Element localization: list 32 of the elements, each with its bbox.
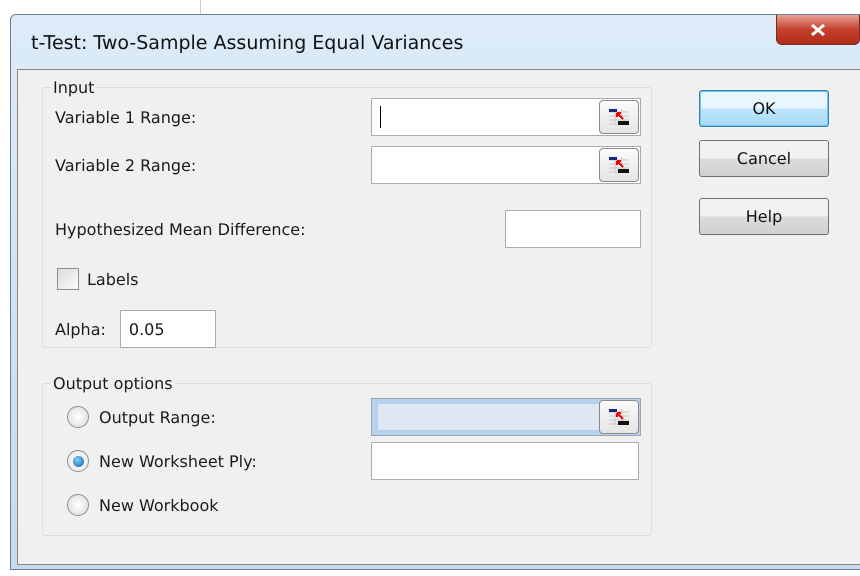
dialog-button[interactable]: Cancel (699, 140, 829, 177)
collapse-dialog-button[interactable] (599, 400, 639, 434)
radio-label: New Workbook (99, 496, 218, 514)
radio-label: New Worksheet Ply: (99, 452, 257, 470)
field-label: Variable 1 Range: (55, 108, 196, 126)
group-title: Input (52, 78, 96, 97)
radio-button[interactable] (67, 494, 89, 516)
checkbox-label: Labels (87, 270, 138, 288)
window-title: t-Test: Two-Sample Assuming Equal Variances (31, 32, 464, 54)
close-icon (809, 22, 827, 36)
input-field[interactable]: 0.05 (120, 310, 216, 348)
range-field[interactable] (371, 98, 641, 136)
checkbox[interactable] (57, 268, 79, 290)
grid-icon (608, 108, 630, 126)
collapse-dialog-button[interactable] (599, 100, 639, 134)
range-field[interactable] (371, 146, 641, 184)
field-label: Variable 2 Range: (55, 156, 196, 174)
input-field[interactable] (371, 442, 639, 480)
input-field[interactable] (505, 210, 641, 248)
group-title: Output options (52, 374, 174, 393)
dialog-button[interactable]: Help (699, 198, 829, 235)
radio-button[interactable] (67, 406, 89, 428)
radio-label: Output Range: (99, 408, 216, 426)
field-label: Hypothesized Mean Difference: (55, 220, 306, 238)
radio-button[interactable] (67, 450, 89, 472)
field-label: Alpha: (55, 320, 106, 338)
range-field[interactable] (371, 398, 641, 436)
close-button[interactable] (776, 15, 860, 45)
grid-icon (608, 408, 630, 426)
collapse-dialog-button[interactable] (599, 148, 639, 182)
dialog-button[interactable]: OK (699, 90, 829, 127)
grid-icon (608, 156, 630, 174)
